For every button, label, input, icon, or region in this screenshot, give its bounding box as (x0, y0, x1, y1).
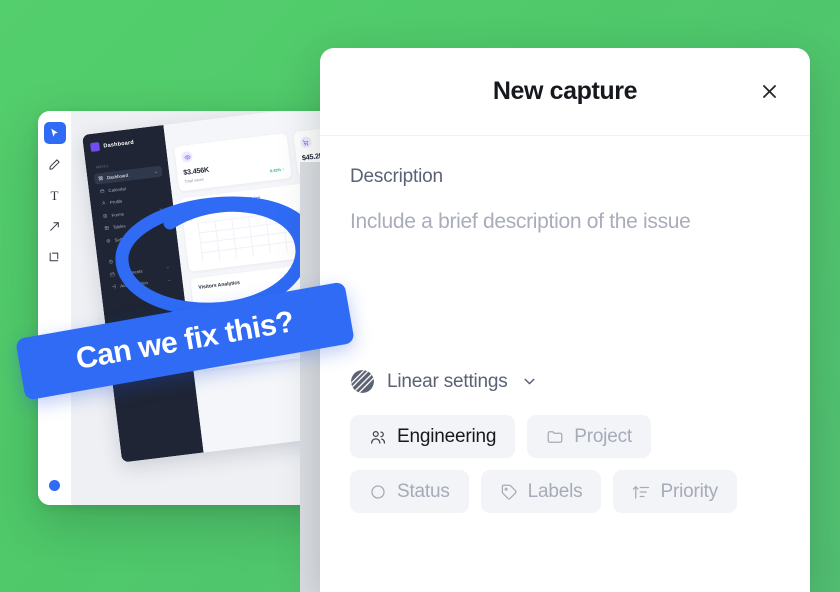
arrow-icon (50, 221, 59, 231)
tag-icon (500, 483, 518, 501)
text-icon: T (50, 187, 59, 203)
editor-toolbar: T (38, 111, 72, 505)
crop-icon (49, 252, 59, 261)
stat-card: $3.456K Total views 0.43% ↑ (174, 133, 292, 192)
mock-menu-label: Forms (111, 211, 125, 218)
chip-label: Project (574, 425, 632, 447)
analytics-title: Visitors Analytics (198, 279, 241, 291)
chevron-down-icon (158, 207, 162, 211)
close-button[interactable] (756, 79, 782, 105)
new-capture-modal: New capture Description Include a brief … (320, 48, 810, 592)
legend-swatch (187, 203, 192, 208)
cart-icon (299, 136, 312, 149)
description-input[interactable]: Include a brief description of the issue (350, 210, 780, 360)
mock-menu-label: Authentication (119, 280, 149, 289)
integration-settings-row[interactable]: Linear settings (350, 370, 780, 393)
mock-menu-label: Dashboard (106, 172, 129, 181)
mock-menu-label: Chart (116, 257, 129, 264)
close-icon (762, 85, 776, 98)
modal-backdrop (300, 162, 320, 592)
pencil-tool[interactable] (44, 153, 66, 175)
stat-label: Total views (184, 176, 205, 184)
arrow-tool[interactable] (44, 215, 66, 237)
auth-icon (111, 284, 116, 289)
form-icon (103, 213, 108, 218)
modal-body: Description Include a brief description … (320, 136, 810, 513)
chevron-down-icon (167, 278, 171, 282)
chip-label: Labels (527, 480, 583, 502)
priority-icon (632, 483, 650, 501)
cursor-tool[interactable] (43, 122, 66, 144)
text-tool[interactable]: T (44, 184, 66, 206)
description-label: Description (350, 166, 443, 187)
chip-status[interactable]: Status (350, 470, 469, 513)
integration-name: Linear settings (387, 370, 508, 392)
color-swatch-button[interactable] (49, 480, 60, 491)
eye-icon (180, 150, 194, 164)
chip-label: Priority (660, 480, 718, 502)
people-icon (369, 428, 387, 446)
chip-labels[interactable]: Labels (480, 470, 602, 513)
grid-icon (98, 176, 103, 181)
modal-header: New capture (320, 48, 810, 136)
screenshot-root: T Dashboard MENU Dashboard Calendar Prof… (0, 0, 840, 592)
cursor-icon (51, 128, 58, 137)
chip-engineering[interactable]: Engineering (350, 415, 516, 458)
crop-tool[interactable] (44, 246, 66, 268)
mock-menu-label: Profile (109, 198, 123, 206)
mock-menu-label: UI Elements (118, 268, 143, 277)
calendar-icon (100, 188, 105, 194)
chevron-down-icon (154, 170, 158, 174)
folder-icon (546, 428, 564, 446)
table-icon (104, 226, 109, 231)
user-icon (101, 201, 106, 206)
circle-icon (369, 483, 387, 501)
stat-delta: 0.43% ↑ (269, 166, 285, 173)
legend-swatch (231, 197, 236, 202)
linear-logo-icon (351, 370, 374, 393)
chevron-down-icon (166, 265, 170, 269)
mock-logo-mark (90, 141, 101, 153)
ui-icon (110, 272, 115, 277)
chart-icon (108, 259, 113, 264)
mock-logo: Dashboard (90, 135, 159, 153)
chip-project[interactable]: Project (527, 415, 651, 458)
page-title: New capture (492, 77, 638, 105)
attribute-chips: Engineering Project Status Labels Priori… (350, 415, 780, 513)
pencil-icon (49, 158, 60, 170)
gear-icon (106, 238, 111, 243)
chip-priority[interactable]: Priority (613, 470, 737, 513)
chip-label: Engineering (397, 425, 497, 447)
chip-label: Status (397, 480, 450, 502)
chevron-down-icon[interactable] (521, 373, 538, 390)
mock-logo-text: Dashboard (103, 139, 135, 149)
mock-menu-label: Tables (112, 223, 126, 230)
